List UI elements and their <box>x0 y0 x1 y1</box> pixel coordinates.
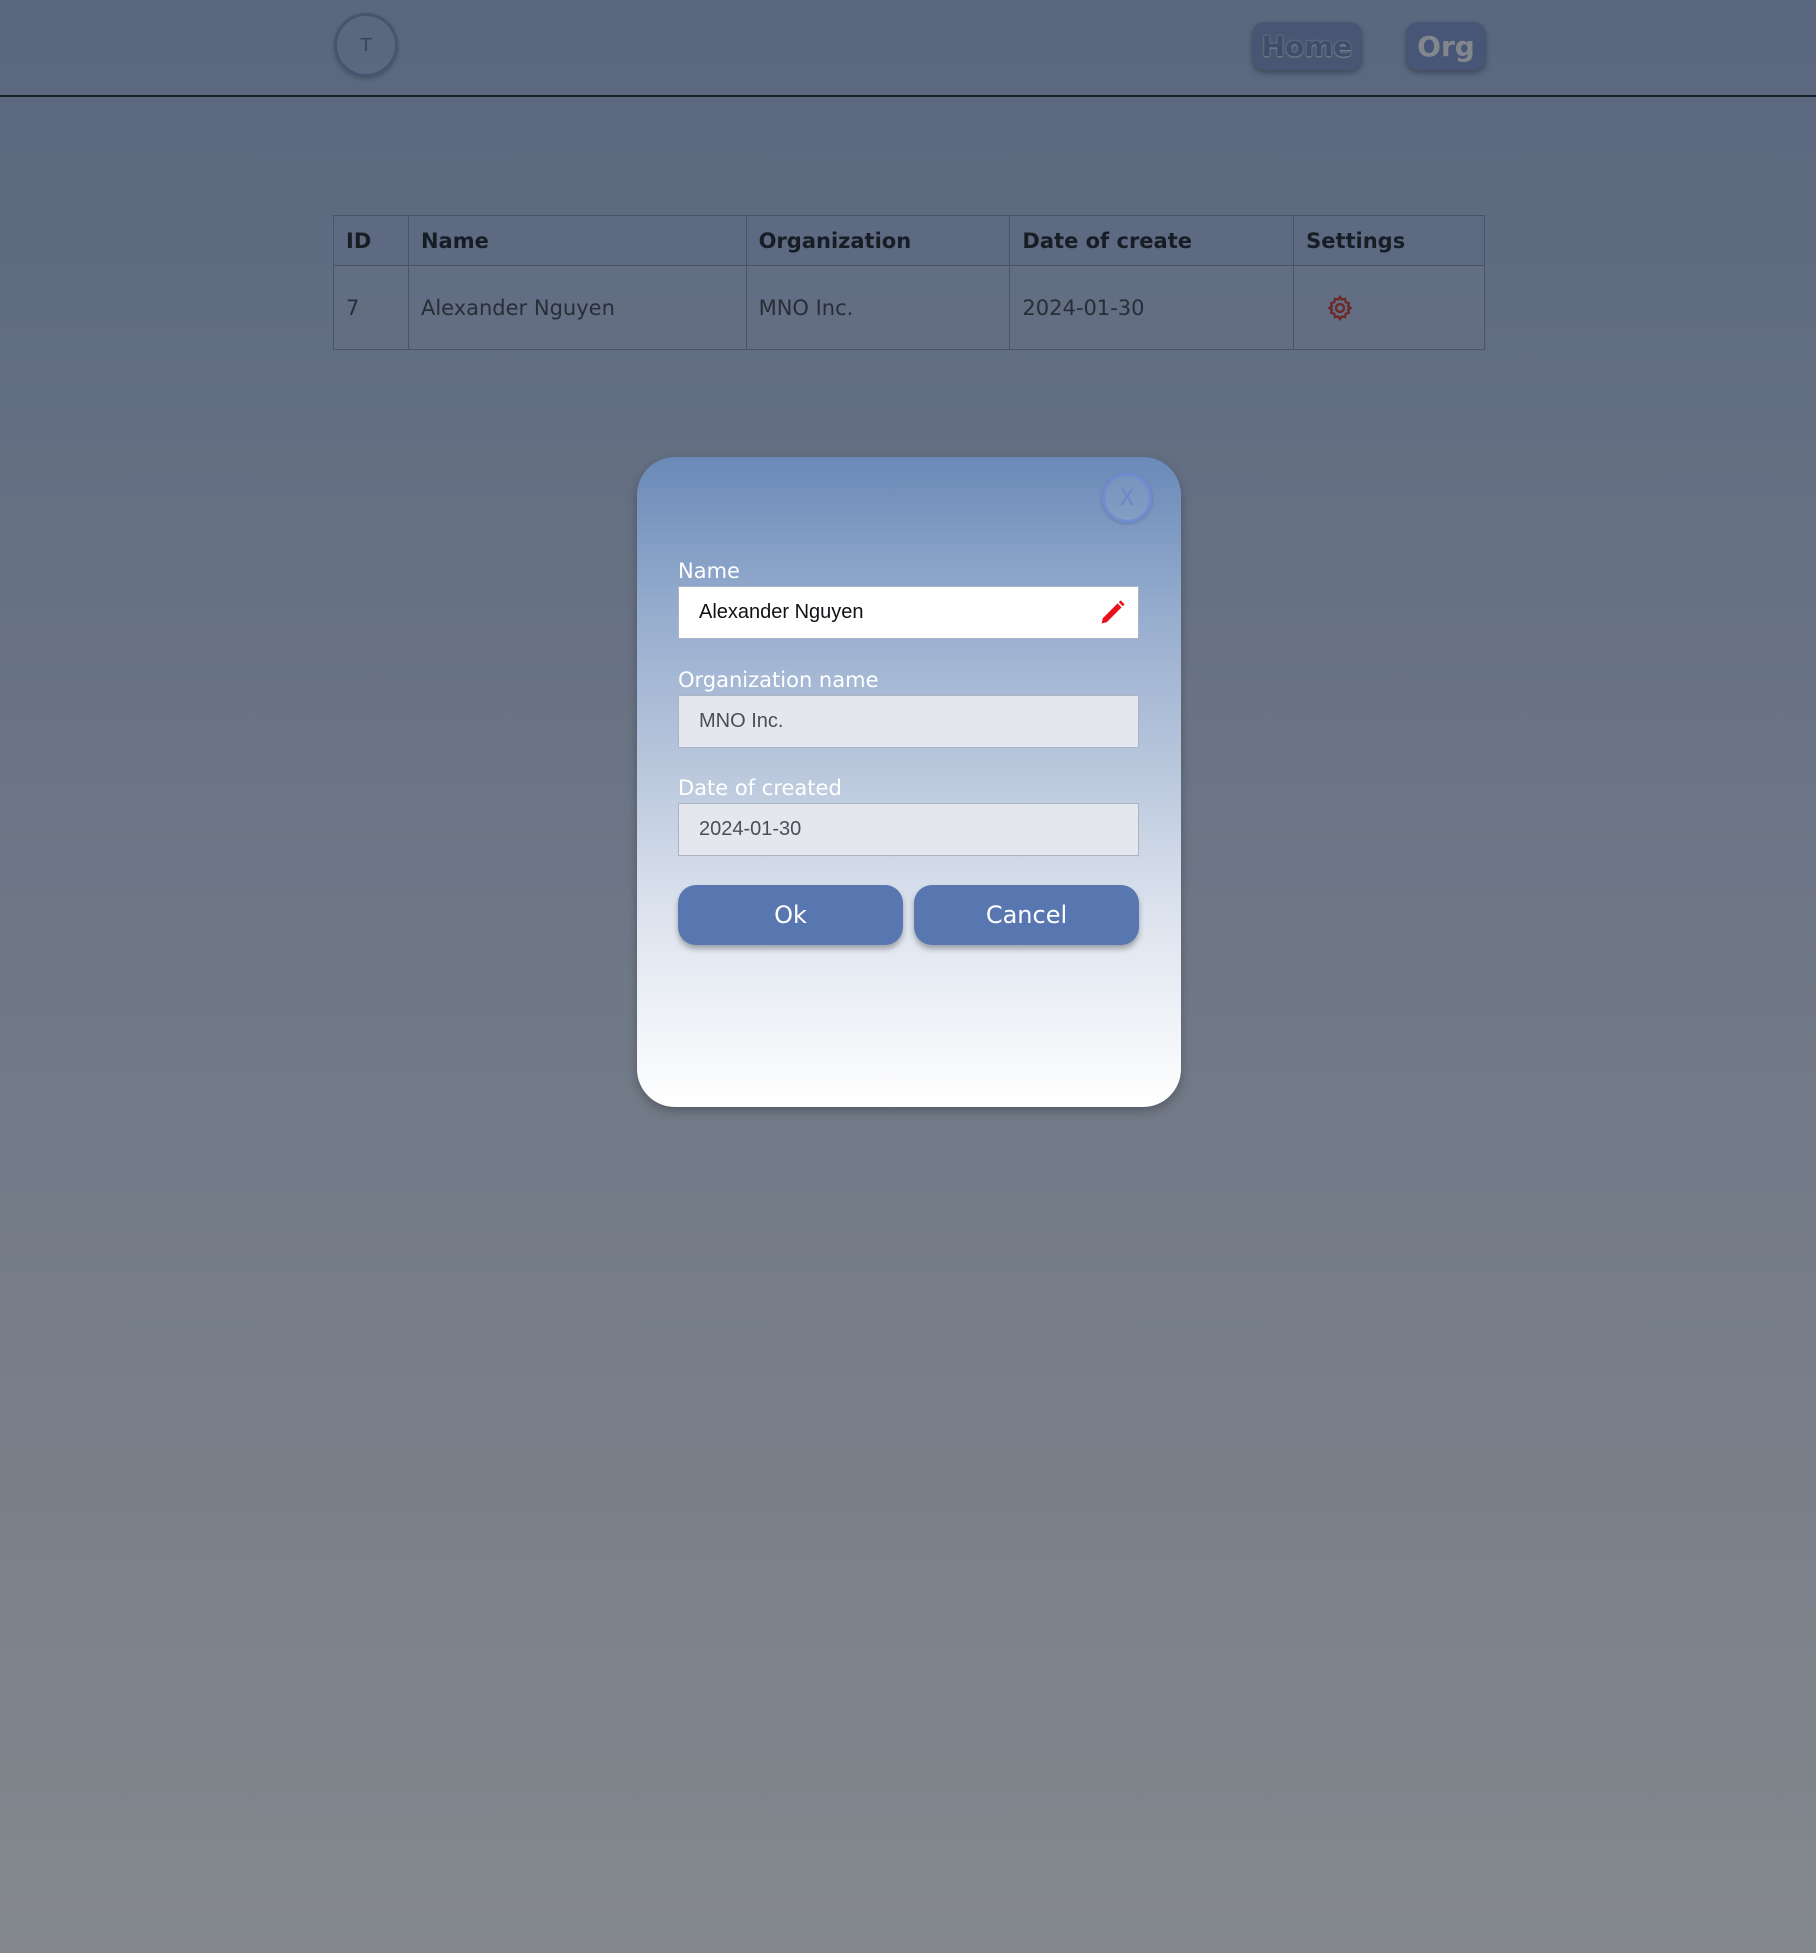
edit-organization-dialog: X Name Alexander Nguyen Organization nam… <box>637 457 1181 1107</box>
organization-name-label: Organization name <box>678 668 879 692</box>
organization-name-field: MNO Inc. <box>678 695 1139 748</box>
date-created-value: 2024-01-30 <box>699 818 802 840</box>
close-button[interactable]: X <box>1102 473 1152 523</box>
date-created-field: 2024-01-30 <box>678 803 1139 856</box>
pencil-icon[interactable] <box>1098 599 1126 627</box>
name-input-value: Alexander Nguyen <box>699 601 864 623</box>
organization-name-value: MNO Inc. <box>699 710 784 732</box>
ok-button[interactable]: Ok <box>678 885 903 945</box>
name-input[interactable]: Alexander Nguyen <box>678 586 1139 639</box>
date-created-label: Date of created <box>678 776 842 800</box>
cancel-button[interactable]: Cancel <box>914 885 1139 945</box>
name-label: Name <box>678 559 740 583</box>
